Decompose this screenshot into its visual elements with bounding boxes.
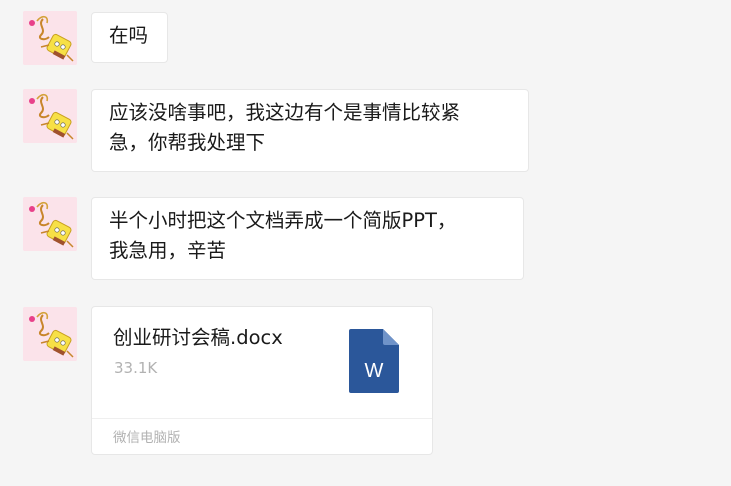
file-name: 创业研讨会稿.docx	[113, 326, 283, 349]
message-text-line: 应该没啥事吧，我这边有个是事情比较紧	[109, 101, 461, 124]
card-divider	[92, 418, 432, 419]
sender-avatar[interactable]	[23, 307, 77, 361]
word-document-icon: W	[349, 329, 399, 393]
spongebob-avatar-icon	[23, 197, 77, 251]
message-text: 在吗	[109, 24, 149, 47]
message-text-line: 半个小时把这个文档弄成一个简版PPT，	[109, 209, 457, 232]
file-source-label: 微信电脑版	[113, 430, 181, 446]
message-bubble[interactable]: 应该没啥事吧，我这边有个是事情比较紧 急，你帮我处理下	[91, 89, 529, 172]
sender-avatar[interactable]	[23, 11, 77, 65]
sender-avatar[interactable]	[23, 89, 77, 143]
message-text-line: 急，你帮我处理下	[109, 131, 266, 154]
spongebob-avatar-icon	[23, 11, 77, 65]
sender-avatar[interactable]	[23, 197, 77, 251]
spongebob-avatar-icon	[23, 307, 77, 361]
file-attachment-card[interactable]: 创业研讨会稿.docx 33.1K W 微信电脑版	[91, 306, 433, 455]
file-size: 33.1K	[114, 359, 158, 377]
spongebob-avatar-icon	[23, 89, 77, 143]
message-bubble[interactable]: 在吗	[91, 12, 168, 63]
svg-text:W: W	[365, 360, 384, 382]
message-text-line: 我急用，辛苦	[109, 239, 227, 262]
message-bubble[interactable]: 半个小时把这个文档弄成一个简版PPT， 我急用，辛苦	[91, 197, 524, 280]
